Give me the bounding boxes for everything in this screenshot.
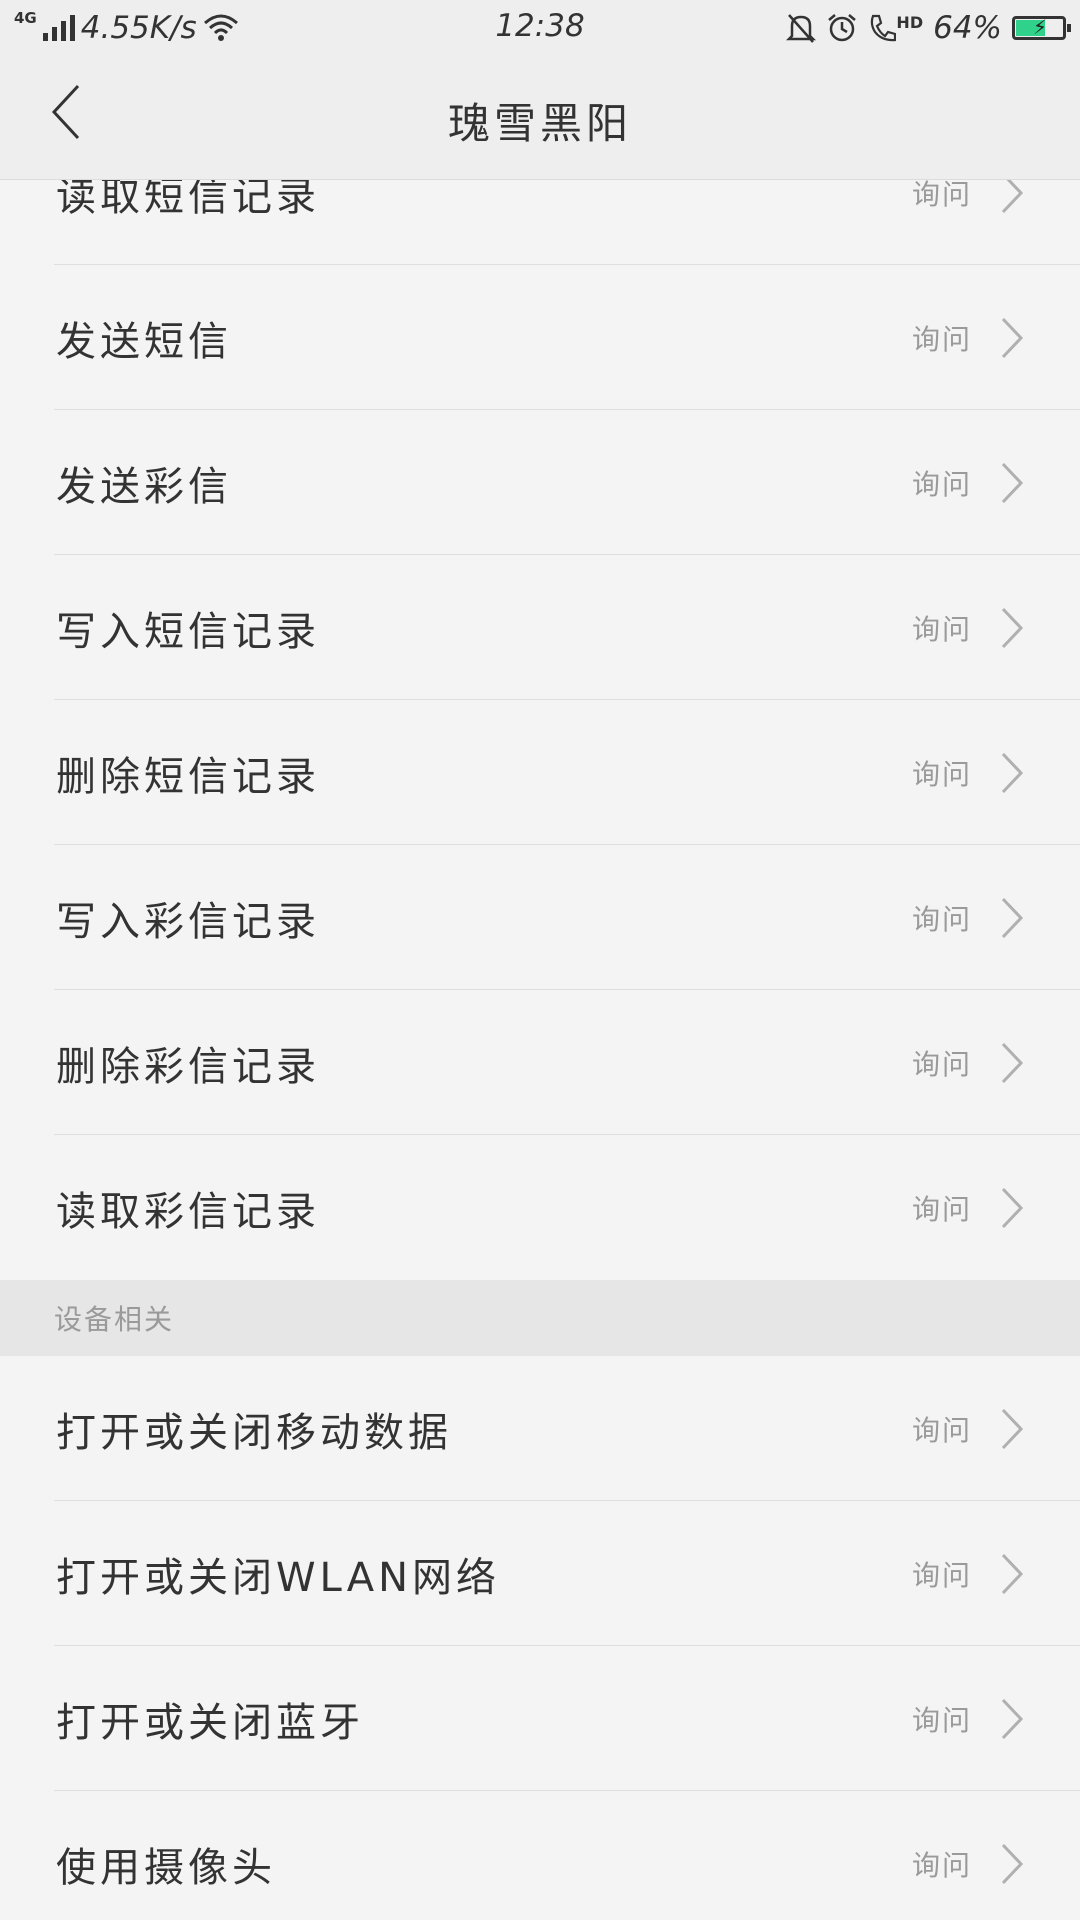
- permission-label: 打开或关闭蓝牙: [56, 1699, 364, 1746]
- chevron-right-icon: [1001, 897, 1024, 938]
- header: 瑰雪黑阳: [0, 54, 1080, 180]
- permission-label: 删除短信记录: [56, 753, 320, 800]
- section-title: 设备相关: [54, 1303, 175, 1336]
- permission-label: 写入彩信记录: [56, 898, 320, 945]
- permission-row[interactable]: 读取彩信记录 询问: [0, 1135, 1080, 1280]
- permission-row[interactable]: 读取短信记录 询问: [0, 180, 1080, 265]
- chevron-right-icon: [1001, 1698, 1024, 1739]
- chevron-right-icon: [1001, 1042, 1024, 1083]
- permission-row[interactable]: 使用摄像头 询问: [0, 1791, 1080, 1920]
- permission-label: 打开或关闭移动数据: [56, 1409, 452, 1456]
- section-header-device: 设备相关: [0, 1280, 1080, 1356]
- permission-label: 发送短信: [56, 318, 232, 365]
- status-bar: 4G 4.55K/s 12:38 HD 64% ⚡: [0, 0, 1080, 54]
- chevron-right-icon: [1001, 1187, 1024, 1228]
- permission-label: 删除彩信记录: [56, 1043, 320, 1090]
- hd-label: HD: [896, 13, 924, 32]
- chevron-right-icon: [1001, 752, 1024, 793]
- permission-row[interactable]: 打开或关闭WLAN网络 询问: [0, 1501, 1080, 1646]
- permission-label: 读取彩信记录: [56, 1188, 320, 1235]
- permission-value: 询问: [911, 180, 972, 211]
- permission-value: 询问: [911, 1413, 972, 1447]
- chevron-right-icon: [1001, 180, 1024, 213]
- permission-label: 发送彩信: [56, 463, 232, 510]
- permission-row[interactable]: 写入短信记录 询问: [0, 555, 1080, 700]
- battery-charging-icon: ⚡: [1012, 15, 1071, 40]
- charging-bolt-icon: ⚡: [1033, 15, 1048, 39]
- permission-value: 询问: [911, 1047, 972, 1081]
- permission-label: 读取短信记录: [56, 180, 320, 220]
- chevron-right-icon: [1001, 462, 1024, 503]
- hd-call-icon: HD: [868, 13, 923, 43]
- permission-row[interactable]: 发送短信 询问: [0, 265, 1080, 410]
- chevron-right-icon: [1001, 317, 1024, 358]
- page-title: 瑰雪黑阳: [447, 99, 632, 148]
- chevron-right-icon: [1001, 1553, 1024, 1594]
- chevron-right-icon: [1001, 1843, 1024, 1884]
- permission-value: 询问: [911, 467, 972, 501]
- permission-row[interactable]: 打开或关闭移动数据 询问: [0, 1356, 1080, 1501]
- permission-row[interactable]: 删除短信记录 询问: [0, 700, 1080, 845]
- permission-list: 读取短信记录 询问 发送短信 询问 发送彩信 询问 写入短信记录 询问 删除短信记录 询问 写入彩信…: [0, 180, 1080, 1920]
- permission-value: 询问: [911, 1703, 972, 1737]
- permission-row[interactable]: 删除彩信记录 询问: [0, 990, 1080, 1135]
- permission-label: 写入短信记录: [56, 608, 320, 655]
- alarm-icon: [828, 14, 857, 42]
- permission-value: 询问: [911, 612, 972, 646]
- chevron-right-icon: [1001, 607, 1024, 648]
- silent-bell-icon: [786, 14, 817, 43]
- permission-label: 打开或关闭WLAN网络: [56, 1554, 501, 1601]
- permission-value: 询问: [911, 1848, 972, 1882]
- permission-value: 询问: [911, 322, 972, 356]
- status-right: HD 64% ⚡: [786, 8, 1071, 48]
- chevron-right-icon: [1001, 1408, 1024, 1449]
- permission-row[interactable]: 发送彩信 询问: [0, 410, 1080, 555]
- permission-value: 询问: [911, 757, 972, 791]
- permission-label: 使用摄像头: [56, 1844, 276, 1891]
- permission-row[interactable]: 写入彩信记录 询问: [0, 845, 1080, 990]
- permission-value: 询问: [911, 1192, 972, 1226]
- battery-percent: 64%: [933, 10, 1002, 46]
- permission-value: 询问: [911, 1558, 972, 1592]
- permission-value: 询问: [911, 902, 972, 936]
- permission-row[interactable]: 打开或关闭蓝牙 询问: [0, 1646, 1080, 1791]
